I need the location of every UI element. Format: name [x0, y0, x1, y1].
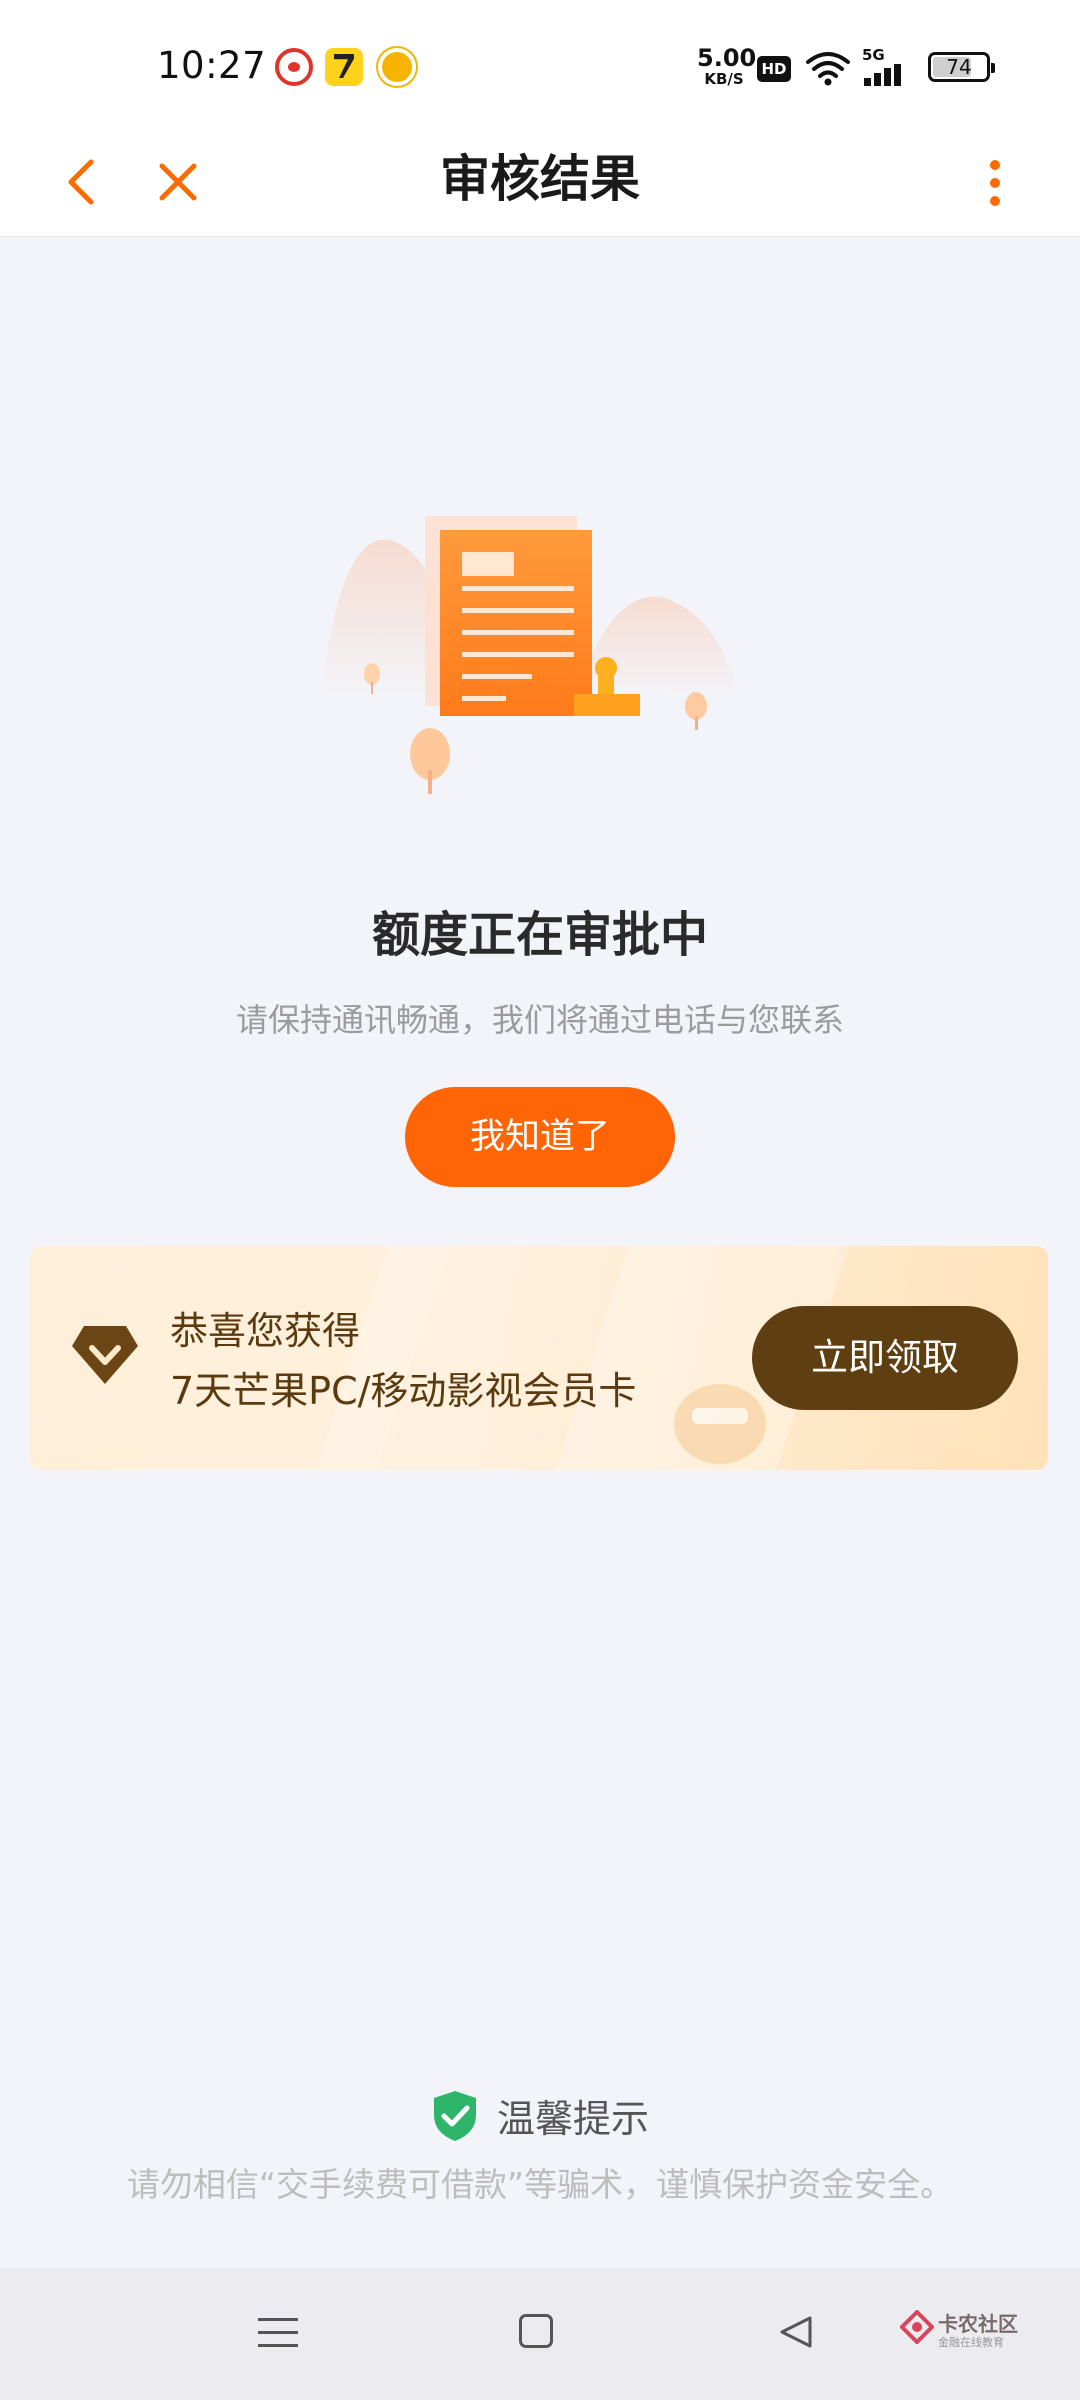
wifi-icon	[806, 52, 850, 86]
watermark-logo-icon	[900, 2310, 934, 2344]
promo-card[interactable]: 恭喜您获得 7天芒果PC/移动影视会员卡 立即领取	[30, 1246, 1048, 1470]
home-icon[interactable]	[519, 2314, 553, 2348]
video-app-icon	[378, 48, 416, 86]
acknowledge-button[interactable]: 我知道了	[405, 1087, 675, 1187]
hd-badge: HD	[757, 56, 791, 82]
network-speed-value: 5.00	[697, 44, 757, 72]
status-time: 10:27	[157, 44, 267, 87]
network-speed-unit: KB/S	[704, 70, 744, 88]
network-speed: 5.00 KB/S	[697, 44, 757, 88]
system-navigation-bar: 卡农社区 金融在线教育	[0, 2268, 1080, 2400]
result-description: 请保持通讯畅通，我们将通过电话与您联系	[235, 1001, 844, 1039]
cellular-signal-icon: 5G	[862, 46, 910, 86]
watermark-name: 卡农社区	[938, 2312, 1018, 2336]
result-title: 额度正在审批中	[371, 907, 708, 963]
status-bar: 10:27 5.00 KB/S HD 5G 74	[0, 0, 1080, 130]
battery-level: 74	[946, 55, 972, 79]
system-back-icon[interactable]	[776, 2312, 816, 2352]
page-title: 审核结果	[440, 150, 640, 208]
promo-reward: 7天芒果PC/移动影视会员卡	[170, 1369, 637, 1413]
claim-button[interactable]: 立即领取	[752, 1306, 1018, 1410]
nav-bar: 审核结果	[0, 130, 1080, 237]
review-illustration	[320, 516, 740, 794]
weibo-icon	[275, 48, 313, 86]
promo-headline: 恭喜您获得	[170, 1309, 361, 1353]
network-type-label: 5G	[862, 46, 885, 64]
shield-check-icon	[433, 2090, 476, 2141]
more-icon[interactable]	[978, 148, 1012, 218]
watermark: 卡农社区 金融在线教育	[900, 2304, 1020, 2360]
watermark-subtitle: 金融在线教育	[938, 2336, 1004, 2349]
qimao-icon	[325, 48, 363, 86]
tips-header: 温馨提示	[0, 2088, 1080, 2148]
tips-title: 温馨提示	[496, 2097, 649, 2141]
tips-text: 请勿相信“交手续费可借款”等骗术，谨慎保护资金安全。	[126, 2165, 954, 2204]
recents-menu-icon[interactable]	[258, 2312, 298, 2352]
diamond-icon	[72, 1326, 138, 1384]
battery-icon: 74	[928, 52, 995, 82]
